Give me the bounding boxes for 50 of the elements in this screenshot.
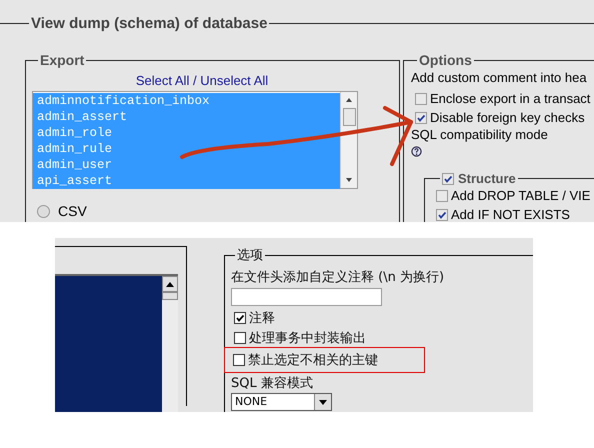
table-list[interactable]: adminnotification_inbox admin_assert admin_role admin_rule admin_user api_assert xyxy=(32,91,358,189)
separator: / xyxy=(192,73,197,88)
export-legend: Export xyxy=(38,52,86,68)
table-item[interactable]: admin_rule xyxy=(33,141,340,157)
checkbox[interactable] xyxy=(415,92,427,104)
compat-label: SQL 兼容模式 xyxy=(231,375,314,392)
scrollbar[interactable] xyxy=(340,92,357,188)
options-legend: Options xyxy=(417,53,474,68)
radio-label: CSV xyxy=(58,203,87,219)
table-item[interactable]: adminnotification_inbox xyxy=(33,93,340,109)
table-item[interactable]: admin_role xyxy=(33,125,340,141)
checkbox[interactable] xyxy=(436,208,448,220)
scroll-thumb[interactable] xyxy=(342,108,356,126)
scroll-down-icon[interactable] xyxy=(344,176,354,184)
checkbox[interactable] xyxy=(234,312,246,324)
options-legend: 选项 xyxy=(235,246,265,264)
comment-field[interactable] xyxy=(231,288,382,306)
checkbox[interactable] xyxy=(436,190,448,202)
section-title: View dump (schema) of database xyxy=(30,15,268,32)
select-all-link[interactable]: Select All xyxy=(136,73,190,88)
scroll-up-icon[interactable] xyxy=(344,96,354,104)
radio-button[interactable] xyxy=(37,204,50,218)
structure-legend: Structure xyxy=(458,171,516,186)
checkbox[interactable] xyxy=(415,112,427,124)
checkbox-label: 处理事务中封装输出 xyxy=(249,330,366,347)
checkbox[interactable] xyxy=(233,354,245,366)
comment-label: 在文件头添加自定义注释 (\n 为换行) xyxy=(231,269,446,286)
checkbox[interactable] xyxy=(234,332,246,344)
checkbox-label: 注释 xyxy=(249,310,275,327)
table-item[interactable]: api_assert xyxy=(33,173,340,189)
scroll-thumb[interactable] xyxy=(162,292,178,300)
checkbox-label: 禁止选定不相关的主键 xyxy=(248,352,378,369)
checkbox-label: Add IF NOT EXISTS xyxy=(451,207,570,222)
checkbox-label: Add DROP TABLE / VIE xyxy=(451,188,590,203)
caret-icon xyxy=(166,282,174,286)
help-icon[interactable] xyxy=(411,146,422,157)
checkbox[interactable] xyxy=(442,172,454,184)
checkbox-label: Disable foreign key checks xyxy=(430,110,585,125)
checkbox-label: Enclose export in a transact xyxy=(430,91,590,106)
dropdown-button[interactable] xyxy=(314,394,331,410)
compat-select[interactable]: NONE xyxy=(231,393,332,411)
comment-label: Add custom comment into hea xyxy=(411,70,588,85)
compat-label: SQL compatibility mode xyxy=(411,127,549,142)
caret-icon xyxy=(319,400,327,404)
table-list[interactable] xyxy=(55,274,178,412)
table-item[interactable]: admin_assert xyxy=(33,109,340,125)
scroll-up-button[interactable] xyxy=(162,276,178,292)
scrollbar[interactable] xyxy=(162,276,178,412)
unselect-all-link[interactable]: Unselect All xyxy=(200,73,268,88)
table-item[interactable]: admin_user xyxy=(33,157,340,173)
